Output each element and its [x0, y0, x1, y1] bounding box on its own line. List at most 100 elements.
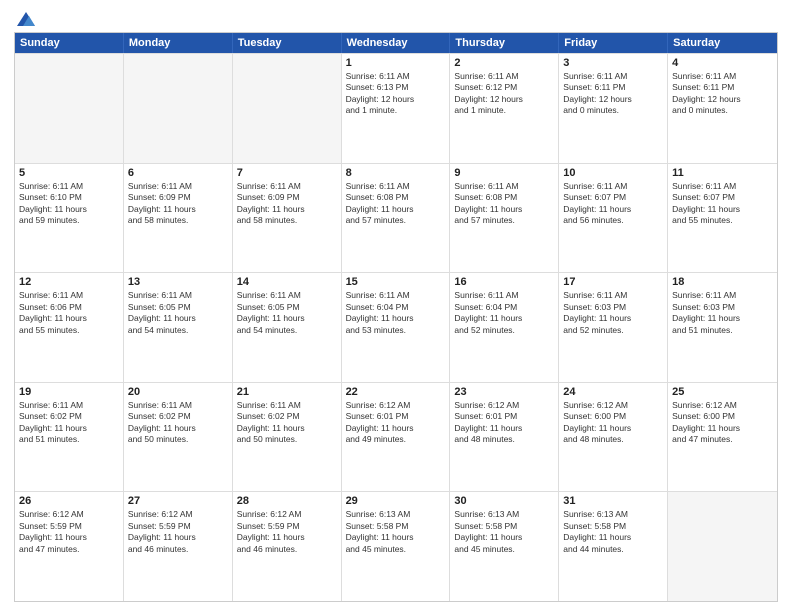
day-number: 7	[237, 167, 337, 179]
cal-cell-day-14: 14Sunrise: 6:11 AM Sunset: 6:05 PM Dayli…	[233, 273, 342, 382]
day-number: 17	[563, 276, 663, 288]
cal-cell-day-25: 25 Sunrise: 6:12 AM Sunset: 6:00 PM Dayli…	[668, 383, 777, 492]
cal-cell-day-12: 12 Sunrise: 6:11 AM Sunset: 6:06 PM Dayli…	[15, 273, 124, 382]
cal-cell-day-7: 7 Sunrise: 6:11 AM Sunset: 6:09 PM Daylig…	[233, 164, 342, 273]
day-number: 30	[454, 495, 554, 507]
cal-cell-day-3: 3Sunrise: 6:11 AM Sunset: 6:11 PM Daylig…	[559, 54, 668, 163]
day-number: 9	[454, 167, 554, 179]
cell-info: Sunrise: 6:11 AM Sunset: 6:13 PM Dayligh…	[346, 71, 446, 117]
cell-info: Sunrise: 6:12 AM Sunset: 6:00 PM Dayligh…	[672, 400, 773, 446]
logo-icon	[15, 10, 37, 28]
day-number: 19	[19, 386, 119, 398]
cal-cell-day-23: 23 Sunrise: 6:12 AM Sunset: 6:01 PM Dayli…	[450, 383, 559, 492]
day-number: 12	[19, 276, 119, 288]
cal-row-1: 5 Sunrise: 6:11 AM Sunset: 6:10 PM Daylig…	[15, 163, 777, 273]
cell-info: Sunrise: 6:11 AM Sunset: 6:06 PM Dayligh…	[19, 290, 119, 336]
day-number: 26	[19, 495, 119, 507]
weekday-header-saturday: Saturday	[668, 33, 777, 53]
day-number: 5	[19, 167, 119, 179]
day-number: 15	[346, 276, 446, 288]
cal-cell-day-11: 11 Sunrise: 6:11 AM Sunset: 6:07 PM Dayli…	[668, 164, 777, 273]
cell-info: Sunrise: 6:11 AM Sunset: 6:04 PM Dayligh…	[454, 290, 554, 336]
weekday-header-monday: Monday	[124, 33, 233, 53]
cal-cell-day-30: 30 Sunrise: 6:13 AM Sunset: 5:58 PM Dayli…	[450, 492, 559, 601]
day-number: 27	[128, 495, 228, 507]
cal-cell-day-28: 28 Sunrise: 6:12 AM Sunset: 5:59 PM Dayli…	[233, 492, 342, 601]
day-number: 1	[346, 57, 446, 69]
cell-info: Sunrise: 6:11 AM Sunset: 6:02 PM Dayligh…	[128, 400, 228, 446]
cal-cell-day-21: 21 Sunrise: 6:11 AM Sunset: 6:02 PM Dayli…	[233, 383, 342, 492]
cell-info: Sunrise: 6:13 AM Sunset: 5:58 PM Dayligh…	[563, 509, 663, 555]
cell-info: Sunrise: 6:11 AM Sunset: 6:02 PM Dayligh…	[237, 400, 337, 446]
cal-cell-day-4: 4Sunrise: 6:11 AM Sunset: 6:11 PM Daylig…	[668, 54, 777, 163]
cell-info: Sunrise: 6:12 AM Sunset: 5:59 PM Dayligh…	[128, 509, 228, 555]
day-number: 4	[672, 57, 773, 69]
cal-cell-empty	[668, 492, 777, 601]
day-number: 28	[237, 495, 337, 507]
cell-info: Sunrise: 6:11 AM Sunset: 6:07 PM Dayligh…	[563, 181, 663, 227]
day-number: 31	[563, 495, 663, 507]
cell-info: Sunrise: 6:13 AM Sunset: 5:58 PM Dayligh…	[454, 509, 554, 555]
cal-cell-empty	[233, 54, 342, 163]
day-number: 6	[128, 167, 228, 179]
cell-info: Sunrise: 6:11 AM Sunset: 6:05 PM Dayligh…	[237, 290, 337, 336]
day-number: 13	[128, 276, 228, 288]
cell-info: Sunrise: 6:12 AM Sunset: 5:59 PM Dayligh…	[19, 509, 119, 555]
cal-cell-empty	[15, 54, 124, 163]
cell-info: Sunrise: 6:11 AM Sunset: 6:04 PM Dayligh…	[346, 290, 446, 336]
cal-cell-day-27: 27 Sunrise: 6:12 AM Sunset: 5:59 PM Dayli…	[124, 492, 233, 601]
cal-cell-day-1: 1 Sunrise: 6:11 AM Sunset: 6:13 PM Daylig…	[342, 54, 451, 163]
cal-cell-day-17: 17 Sunrise: 6:11 AM Sunset: 6:03 PM Dayli…	[559, 273, 668, 382]
cal-cell-day-20: 20Sunrise: 6:11 AM Sunset: 6:02 PM Dayli…	[124, 383, 233, 492]
cal-row-2: 12 Sunrise: 6:11 AM Sunset: 6:06 PM Dayli…	[15, 272, 777, 382]
logo	[14, 10, 37, 24]
cell-info: Sunrise: 6:12 AM Sunset: 5:59 PM Dayligh…	[237, 509, 337, 555]
cal-row-0: 1 Sunrise: 6:11 AM Sunset: 6:13 PM Daylig…	[15, 53, 777, 163]
cell-info: Sunrise: 6:11 AM Sunset: 6:12 PM Dayligh…	[454, 71, 554, 117]
day-number: 25	[672, 386, 773, 398]
cal-cell-day-18: 18Sunrise: 6:11 AM Sunset: 6:03 PM Dayli…	[668, 273, 777, 382]
day-number: 24	[563, 386, 663, 398]
calendar-page: SundayMondayTuesdayWednesdayThursdayFrid…	[0, 0, 792, 612]
calendar: SundayMondayTuesdayWednesdayThursdayFrid…	[14, 32, 778, 602]
cal-row-3: 19 Sunrise: 6:11 AM Sunset: 6:02 PM Dayli…	[15, 382, 777, 492]
cell-info: Sunrise: 6:11 AM Sunset: 6:05 PM Dayligh…	[128, 290, 228, 336]
header	[14, 10, 778, 24]
cal-cell-day-2: 2 Sunrise: 6:11 AM Sunset: 6:12 PM Daylig…	[450, 54, 559, 163]
cal-row-4: 26 Sunrise: 6:12 AM Sunset: 5:59 PM Dayli…	[15, 491, 777, 601]
weekday-header-wednesday: Wednesday	[342, 33, 451, 53]
cal-cell-day-9: 9 Sunrise: 6:11 AM Sunset: 6:08 PM Daylig…	[450, 164, 559, 273]
cell-info: Sunrise: 6:11 AM Sunset: 6:03 PM Dayligh…	[672, 290, 773, 336]
day-number: 21	[237, 386, 337, 398]
cal-cell-day-29: 29 Sunrise: 6:13 AM Sunset: 5:58 PM Dayli…	[342, 492, 451, 601]
cell-info: Sunrise: 6:13 AM Sunset: 5:58 PM Dayligh…	[346, 509, 446, 555]
cell-info: Sunrise: 6:11 AM Sunset: 6:09 PM Dayligh…	[128, 181, 228, 227]
cal-cell-day-10: 10 Sunrise: 6:11 AM Sunset: 6:07 PM Dayli…	[559, 164, 668, 273]
day-number: 23	[454, 386, 554, 398]
day-number: 8	[346, 167, 446, 179]
weekday-header-tuesday: Tuesday	[233, 33, 342, 53]
day-number: 2	[454, 57, 554, 69]
cell-info: Sunrise: 6:11 AM Sunset: 6:08 PM Dayligh…	[346, 181, 446, 227]
cell-info: Sunrise: 6:12 AM Sunset: 6:01 PM Dayligh…	[346, 400, 446, 446]
cal-cell-day-22: 22 Sunrise: 6:12 AM Sunset: 6:01 PM Dayli…	[342, 383, 451, 492]
cell-info: Sunrise: 6:11 AM Sunset: 6:10 PM Dayligh…	[19, 181, 119, 227]
cal-cell-day-24: 24Sunrise: 6:12 AM Sunset: 6:00 PM Dayli…	[559, 383, 668, 492]
calendar-body: 1 Sunrise: 6:11 AM Sunset: 6:13 PM Daylig…	[15, 53, 777, 601]
cell-info: Sunrise: 6:12 AM Sunset: 6:01 PM Dayligh…	[454, 400, 554, 446]
day-number: 22	[346, 386, 446, 398]
cell-info: Sunrise: 6:11 AM Sunset: 6:08 PM Dayligh…	[454, 181, 554, 227]
cal-cell-day-13: 13 Sunrise: 6:11 AM Sunset: 6:05 PM Dayli…	[124, 273, 233, 382]
day-number: 29	[346, 495, 446, 507]
cell-info: Sunrise: 6:11 AM Sunset: 6:03 PM Dayligh…	[563, 290, 663, 336]
cell-info: Sunrise: 6:11 AM Sunset: 6:09 PM Dayligh…	[237, 181, 337, 227]
cell-info: Sunrise: 6:11 AM Sunset: 6:02 PM Dayligh…	[19, 400, 119, 446]
cal-cell-day-15: 15 Sunrise: 6:11 AM Sunset: 6:04 PM Dayli…	[342, 273, 451, 382]
day-number: 3	[563, 57, 663, 69]
cell-info: Sunrise: 6:11 AM Sunset: 6:07 PM Dayligh…	[672, 181, 773, 227]
day-number: 10	[563, 167, 663, 179]
cal-cell-day-8: 8 Sunrise: 6:11 AM Sunset: 6:08 PM Daylig…	[342, 164, 451, 273]
cal-cell-day-26: 26 Sunrise: 6:12 AM Sunset: 5:59 PM Dayli…	[15, 492, 124, 601]
cal-cell-day-31: 31 Sunrise: 6:13 AM Sunset: 5:58 PM Dayli…	[559, 492, 668, 601]
day-number: 11	[672, 167, 773, 179]
